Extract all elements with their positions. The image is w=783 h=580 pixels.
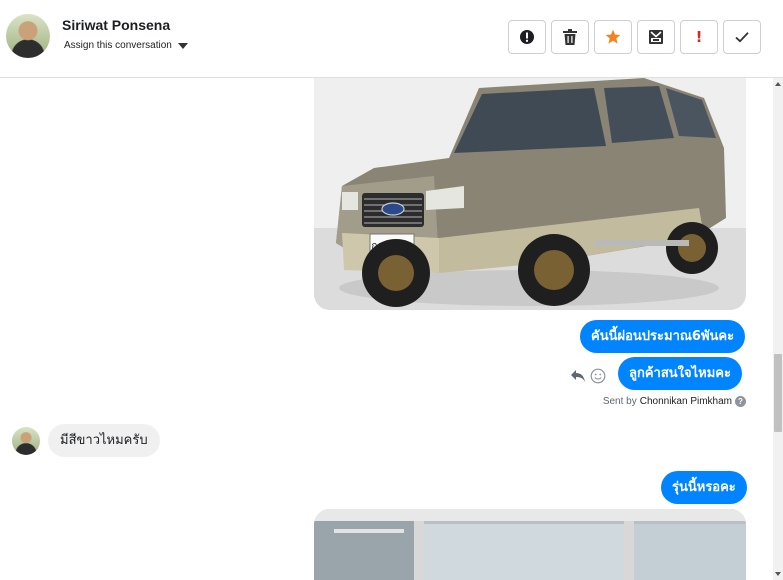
delete-button[interactable] xyxy=(551,20,589,54)
contact-avatar-small xyxy=(12,427,40,455)
move-to-inbox-button[interactable] xyxy=(637,20,675,54)
showroom-photo-attachment[interactable] xyxy=(314,509,746,580)
outgoing-message[interactable]: คันนี้ผ่อนประมาณ6พันคะ xyxy=(580,320,746,353)
message-thread: กค 4109 คันนี้ผ่อนประมาณ6พันคะ ลูกค้าสนใ… xyxy=(0,78,773,580)
caret-down-icon xyxy=(177,42,188,49)
scroll-down-arrow-icon[interactable] xyxy=(775,572,781,576)
reply-icon[interactable] xyxy=(570,369,586,383)
scrollbar-thumb[interactable] xyxy=(774,354,782,432)
exclamation-circle-icon xyxy=(520,30,534,44)
emoji-reaction-icon[interactable] xyxy=(590,368,606,384)
mark-spam-button[interactable]: ! xyxy=(680,20,718,54)
contact-name[interactable]: Siriwat Ponsena xyxy=(62,17,170,33)
thread-scrollbar[interactable] xyxy=(773,78,783,580)
showroom-photo-illustration xyxy=(314,509,746,580)
header-actions: ! xyxy=(508,20,761,54)
conversation-header: Siriwat Ponsena Assign this conversation xyxy=(0,0,783,78)
mark-unread-button[interactable] xyxy=(508,20,546,54)
mark-done-button[interactable] xyxy=(723,20,761,54)
archive-inbox-icon xyxy=(649,30,663,44)
star-icon xyxy=(605,29,621,44)
trash-icon xyxy=(563,29,577,45)
message-actions xyxy=(570,368,606,384)
outgoing-message[interactable]: ลูกค้าสนใจไหมคะ xyxy=(618,357,742,390)
star-button[interactable] xyxy=(594,20,632,54)
sent-by-note: Sent by Chonnikan Pimkham ? xyxy=(603,396,746,407)
incoming-message[interactable]: มีสีขาวไหมครับ xyxy=(48,424,160,457)
sent-by-agent-name: Chonnikan Pimkham xyxy=(639,396,732,407)
scroll-up-arrow-icon[interactable] xyxy=(775,82,781,86)
car-photo-attachment[interactable]: กค 4109 xyxy=(314,78,746,310)
exclamation-icon: ! xyxy=(695,28,703,46)
help-icon[interactable]: ? xyxy=(735,396,746,407)
sent-by-prefix: Sent by xyxy=(602,396,637,407)
contact-avatar[interactable] xyxy=(6,14,50,58)
outgoing-message[interactable]: รุ่นนี้หรอคะ xyxy=(661,471,747,504)
suv-photo-illustration: กค 4109 xyxy=(314,78,746,310)
checkmark-icon xyxy=(735,32,749,43)
assign-conversation-dropdown[interactable]: Assign this conversation xyxy=(64,40,188,51)
assign-label: Assign this conversation xyxy=(64,40,172,51)
